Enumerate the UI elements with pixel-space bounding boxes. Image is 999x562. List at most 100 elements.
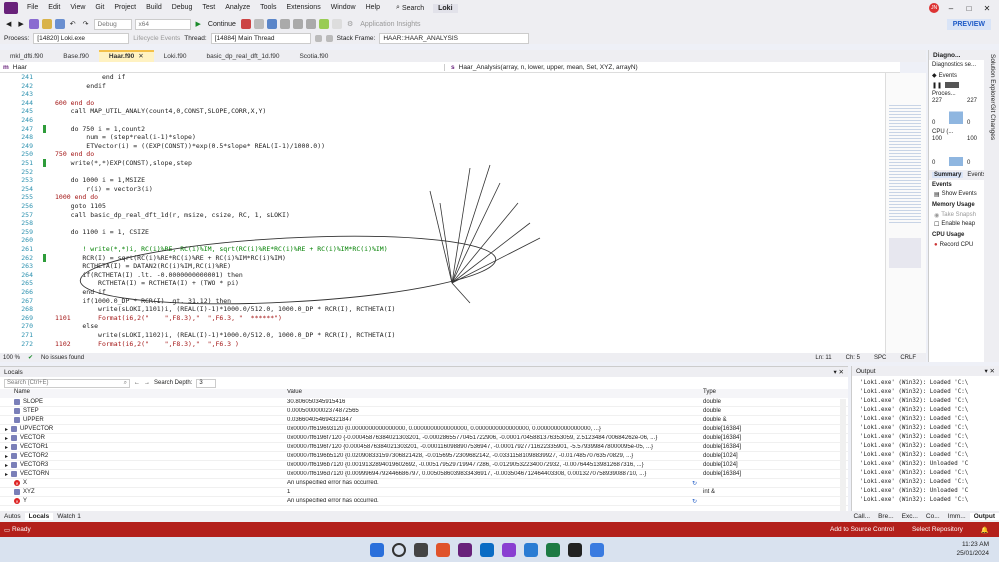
expand-icon[interactable]: ▸ [5, 435, 8, 442]
forward-icon[interactable]: ▶ [16, 18, 25, 30]
variable-value[interactable]: 0x00007ff6196f7120 {-0.00045876384021303… [287, 435, 697, 441]
char-number[interactable]: Ch: 5 [846, 355, 860, 361]
open-folder-icon[interactable] [41, 19, 52, 29]
issues-status[interactable]: No issues found [41, 355, 84, 361]
variable-value[interactable]: 0x00007ff6196d7120 {0.009996947924466867… [287, 471, 697, 477]
scope-dropdown[interactable]: m Haar [0, 63, 445, 71]
tab-exceptions[interactable]: Exc... [898, 513, 922, 520]
menu-project[interactable]: Project [109, 0, 141, 16]
tab-mkl-dfti[interactable]: mkl_dfti.f90 [0, 51, 53, 62]
line-endings[interactable]: CRLF [900, 355, 916, 361]
variable-value[interactable]: 1 [287, 489, 697, 495]
notifications-icon[interactable]: 🔔 [981, 526, 989, 534]
variable-value[interactable]: 0x00007ff6196b5120 {0.020908331597306821… [287, 453, 697, 459]
variable-value[interactable]: 0.036604054694321847 [287, 417, 697, 423]
search-icon[interactable] [392, 542, 406, 557]
undo-icon[interactable]: ↶ [68, 18, 78, 30]
table-row[interactable]: ✕ X An unspecified error has occurred. ↻ [0, 479, 848, 488]
tab-autos[interactable]: Autos [0, 513, 25, 520]
whitespace-mode[interactable]: SPC [874, 355, 886, 361]
close-icon[interactable]: ✕ [981, 4, 993, 13]
tab-loki[interactable]: Loki.f90 [154, 51, 197, 62]
table-row[interactable]: UPPER 0.036604054694321847 double & [0, 416, 848, 425]
menu-git[interactable]: Git [90, 0, 109, 16]
column-name[interactable]: Name [14, 389, 284, 395]
select-repository-button[interactable]: Select Repository [912, 526, 963, 534]
tab-events[interactable]: Events [967, 172, 985, 178]
outlook-icon[interactable] [480, 542, 494, 557]
column-value[interactable]: Value [287, 389, 697, 395]
back-icon[interactable]: ◀ [4, 18, 13, 30]
tab-watch[interactable]: Watch 1 [53, 513, 85, 520]
tab-haar[interactable]: Haar.f90 ✕ [98, 50, 154, 62]
table-row[interactable]: ▸ VECTORN 0x00007ff6196d7120 {0.0099969479… [0, 470, 848, 479]
search-forward-icon[interactable]: → [144, 380, 150, 386]
panel-menu-icon[interactable]: ▾ ✕ [833, 368, 848, 376]
tab-scotia[interactable]: Scotia.f90 [289, 51, 338, 62]
menu-view[interactable]: View [65, 0, 90, 16]
variable-value[interactable]: 30.806050345915416 [287, 399, 697, 405]
locals-search-input[interactable]: Search (Ctrl+E) ⌕ [4, 378, 130, 388]
preview-badge[interactable]: PREVIEW [946, 18, 991, 30]
table-row[interactable]: ✕ Y An unspecified error has occurred. ↻ [0, 497, 848, 506]
locals-scrollbar[interactable] [840, 399, 846, 511]
breakpoint-icon[interactable] [318, 19, 329, 29]
tab-summary[interactable]: Summary [932, 172, 964, 178]
menu-debug[interactable]: Debug [167, 0, 198, 16]
show-events-link[interactable]: Show Events [942, 191, 977, 198]
table-row[interactable]: ▸ VECTOR1 0x00007ff6196f7120 {0.0004587638… [0, 443, 848, 452]
function-dropdown[interactable]: s Haar_Analysis(array, n, lower, upper, … [445, 64, 638, 71]
take-snapshot-button[interactable]: Take Snapsh [941, 212, 976, 219]
record-cpu-button[interactable]: Record CPU [940, 242, 974, 248]
variable-value[interactable]: 0.00050000002374872565 [287, 408, 697, 414]
tab-immediate[interactable]: Imm... [944, 513, 970, 520]
checkbox-icon[interactable]: ☐ [934, 221, 939, 228]
table-row[interactable]: ▸ VECTOR3 0x00007ff6196b7120 {0.0019132894… [0, 461, 848, 470]
search-depth-select[interactable]: 3 [196, 378, 217, 388]
refresh-icon[interactable]: ↻ [692, 498, 697, 505]
opera-icon[interactable] [436, 542, 450, 557]
tab-output[interactable]: Output [969, 513, 999, 520]
app-icon[interactable] [590, 542, 604, 557]
thread-select[interactable]: [14884] Main Thread [210, 32, 311, 44]
terminal-icon[interactable] [568, 542, 582, 557]
variable-value[interactable]: 0x00007ff6196f7120 {0.000458763840213032… [287, 444, 697, 450]
menu-window[interactable]: Window [326, 0, 361, 16]
expand-icon[interactable]: ▸ [5, 453, 8, 460]
avatar[interactable]: JN [929, 3, 939, 13]
add-to-source-control-button[interactable]: Add to Source Control [830, 526, 894, 534]
redo-icon[interactable]: ↷ [81, 18, 91, 30]
platform-select[interactable]: x64 [134, 18, 191, 30]
menu-edit[interactable]: Edit [43, 0, 65, 16]
maximize-icon[interactable]: □ [963, 4, 975, 13]
continue-icon[interactable]: ▶ [194, 18, 203, 30]
tab-close-icon[interactable]: ✕ [138, 52, 143, 62]
column-type[interactable]: Type [703, 389, 843, 395]
table-row[interactable]: ▸ UPVECTOR 0x00007ff619693120 {0.000000000… [0, 425, 848, 434]
menu-extensions[interactable]: Extensions [281, 0, 325, 16]
new-item-icon[interactable] [28, 19, 39, 29]
configuration-select[interactable]: Debug [93, 18, 132, 30]
word-icon[interactable] [524, 542, 538, 557]
menu-tools[interactable]: Tools [255, 0, 281, 16]
table-row[interactable]: SLOPE 30.806050345915416 double [0, 398, 848, 407]
stack-frame-select[interactable]: HAAR::HAAR_ANALYSIS [379, 32, 530, 44]
continue-button[interactable]: Continue [206, 18, 238, 30]
excel-icon[interactable] [546, 542, 560, 557]
code-editor[interactable]: 241 end if 242 endif 243 244 600 end do 245 c… [0, 73, 885, 353]
visual-studio-icon[interactable] [458, 542, 472, 557]
stop-icon[interactable] [240, 19, 251, 29]
menu-file[interactable]: File [22, 0, 43, 16]
table-row[interactable]: ▸ VECTOR 0x00007ff6196f7120 {-0.0004587638… [0, 434, 848, 443]
search-box[interactable]: ⌕ Search [391, 4, 429, 12]
expand-icon[interactable]: ▸ [5, 462, 8, 469]
pause-icon[interactable]: ❚❚ [932, 82, 942, 89]
expand-icon[interactable]: ▸ [5, 444, 8, 451]
tab-basic-dp-real-dft[interactable]: basic_dp_real_dft_1d.f90 [196, 51, 289, 62]
solution-explorer-tab[interactable]: Solution Explorer [989, 54, 996, 104]
thread-filter-icon[interactable] [314, 34, 322, 42]
minimize-icon[interactable]: – [945, 4, 957, 13]
thread-flag-icon[interactable] [325, 34, 333, 42]
restart-icon[interactable] [253, 19, 264, 29]
expand-icon[interactable]: ▸ [5, 426, 8, 433]
